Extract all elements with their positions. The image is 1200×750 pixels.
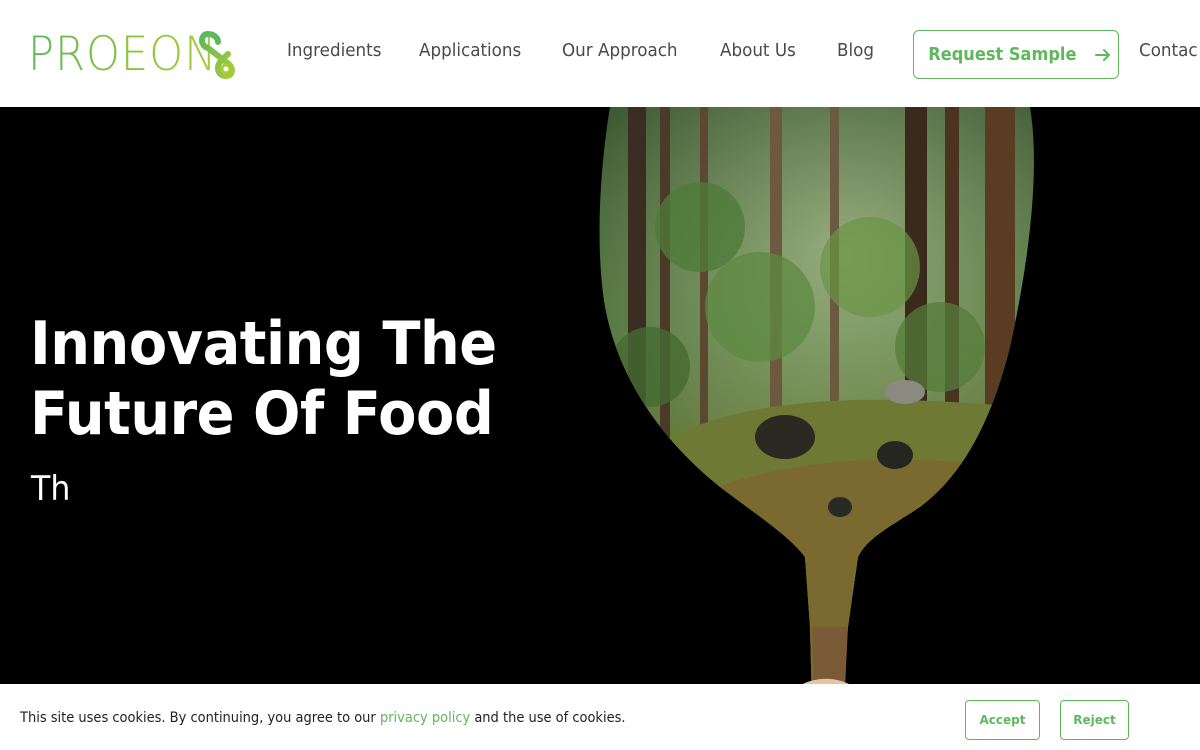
hero-title: Innovating The Future Of Food [30,309,514,449]
cookie-text-after: and the use of cookies. [470,710,626,726]
logo-mark-icon [199,31,235,80]
cookie-message: This site uses cookies. By continuing, y… [20,710,626,726]
page: PROEON Ingredients Applications Our Appr… [0,0,1200,750]
reject-button[interactable]: Reject [1060,700,1129,740]
nav-about-us[interactable]: About Us [720,40,796,61]
accept-button[interactable]: Accept [965,700,1040,740]
hero-section: Innovating The Future Of Food Th [0,107,1200,750]
nav-our-approach[interactable]: Our Approach [562,40,678,61]
logo[interactable]: PROEON [28,26,235,82]
nav-blog[interactable]: Blog [837,40,874,61]
hero-title-line2: Future Of Food [30,379,494,449]
nav-contact[interactable]: Contac [1139,40,1198,61]
cookie-banner: This site uses cookies. By continuing, y… [0,684,1200,750]
arrow-right-icon [1095,48,1111,61]
request-sample-button[interactable]: Request Sample [913,30,1119,79]
logo-text: PROEON [28,26,218,82]
request-sample-label: Request Sample [927,44,1077,65]
nav-applications[interactable]: Applications [419,40,521,61]
cookie-text-before: This site uses cookies. By continuing, y… [20,710,380,726]
site-header: PROEON Ingredients Applications Our Appr… [0,0,1200,107]
hero-subtitle: Th [31,469,71,509]
nav-ingredients[interactable]: Ingredients [287,40,381,61]
hero-title-line1: Innovating The [30,309,497,379]
privacy-policy-link[interactable]: privacy policy [380,710,470,726]
